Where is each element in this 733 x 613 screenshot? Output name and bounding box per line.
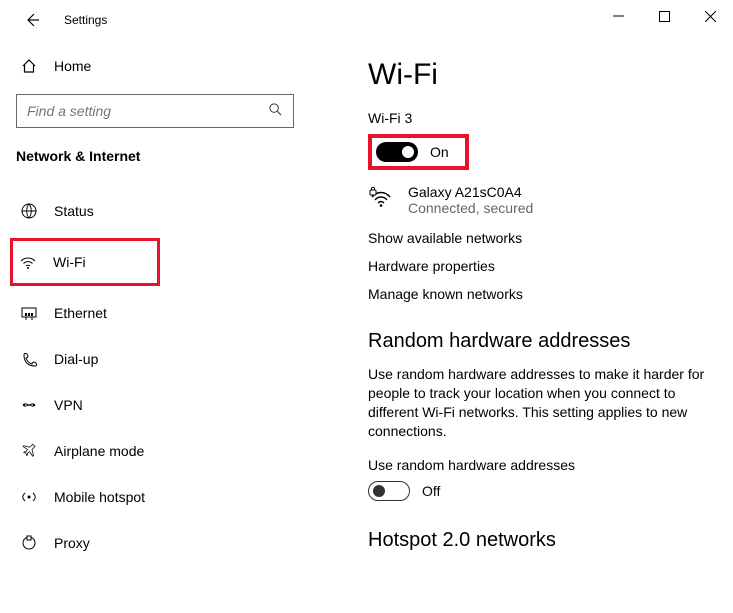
wifi-toggle-highlight: On <box>368 134 469 170</box>
sidebar-item-label: Airplane mode <box>54 443 144 459</box>
airplane-icon <box>18 442 40 460</box>
search-field[interactable] <box>27 103 268 119</box>
random-hw-description: Use random hardware addresses to make it… <box>368 365 713 441</box>
sidebar-item-dialup[interactable]: Dial-up <box>16 340 294 378</box>
minimize-button[interactable] <box>595 0 641 32</box>
sidebar-item-vpn[interactable]: VPN <box>16 386 294 424</box>
random-hw-toggle-label: Use random hardware addresses <box>368 457 713 473</box>
home-icon <box>18 58 40 74</box>
sidebar-item-label: Status <box>54 203 94 219</box>
sidebar-item-proxy[interactable]: Proxy <box>16 524 294 562</box>
main-content: Wi-Fi Wi-Fi 3 On Galaxy A21sC0A4 Connect… <box>310 40 733 613</box>
maximize-button[interactable] <box>641 0 687 32</box>
show-available-networks-link[interactable]: Show available networks <box>368 230 713 246</box>
random-hw-toggle[interactable] <box>368 481 410 501</box>
random-hw-heading: Random hardware addresses <box>368 330 713 353</box>
hardware-properties-link[interactable]: Hardware properties <box>368 258 713 274</box>
wifi-icon <box>17 253 39 271</box>
ethernet-icon <box>18 304 40 322</box>
vpn-icon <box>18 396 40 414</box>
home-label: Home <box>54 58 91 74</box>
dialup-icon <box>18 350 40 368</box>
search-input[interactable] <box>16 94 294 128</box>
random-hw-toggle-state: Off <box>422 483 440 499</box>
wifi-secured-icon <box>368 184 394 213</box>
page-title: Wi-Fi <box>368 58 713 92</box>
sidebar: Home Network & Internet Status Wi-Fi <box>0 40 310 613</box>
sidebar-item-wifi[interactable]: Wi-Fi <box>15 243 155 281</box>
sidebar-item-label: VPN <box>54 397 83 413</box>
search-icon <box>268 102 283 120</box>
sidebar-item-label: Wi-Fi <box>53 254 86 270</box>
connected-network[interactable]: Galaxy A21sC0A4 Connected, secured <box>368 184 713 216</box>
network-status: Connected, secured <box>408 200 533 216</box>
wifi-toggle-label: On <box>430 144 449 160</box>
proxy-icon <box>18 534 40 552</box>
status-icon <box>18 202 40 220</box>
close-button[interactable] <box>687 0 733 32</box>
sidebar-item-label: Ethernet <box>54 305 107 321</box>
home-button[interactable]: Home <box>16 48 294 84</box>
sidebar-item-status[interactable]: Status <box>16 192 294 230</box>
hotspot-icon <box>18 488 40 506</box>
window-title: Settings <box>64 13 107 27</box>
sidebar-item-label: Dial-up <box>54 351 98 367</box>
sidebar-item-airplane[interactable]: Airplane mode <box>16 432 294 470</box>
back-button[interactable] <box>18 12 46 28</box>
wifi-toggle[interactable] <box>376 142 418 162</box>
manage-known-networks-link[interactable]: Manage known networks <box>368 286 713 302</box>
hotspot-heading: Hotspot 2.0 networks <box>368 529 713 552</box>
adapter-label: Wi-Fi 3 <box>368 110 713 126</box>
category-header: Network & Internet <box>16 148 294 164</box>
sidebar-item-hotspot[interactable]: Mobile hotspot <box>16 478 294 516</box>
sidebar-item-ethernet[interactable]: Ethernet <box>16 294 294 332</box>
sidebar-item-label: Mobile hotspot <box>54 489 145 505</box>
sidebar-item-label: Proxy <box>54 535 90 551</box>
network-name: Galaxy A21sC0A4 <box>408 184 533 200</box>
